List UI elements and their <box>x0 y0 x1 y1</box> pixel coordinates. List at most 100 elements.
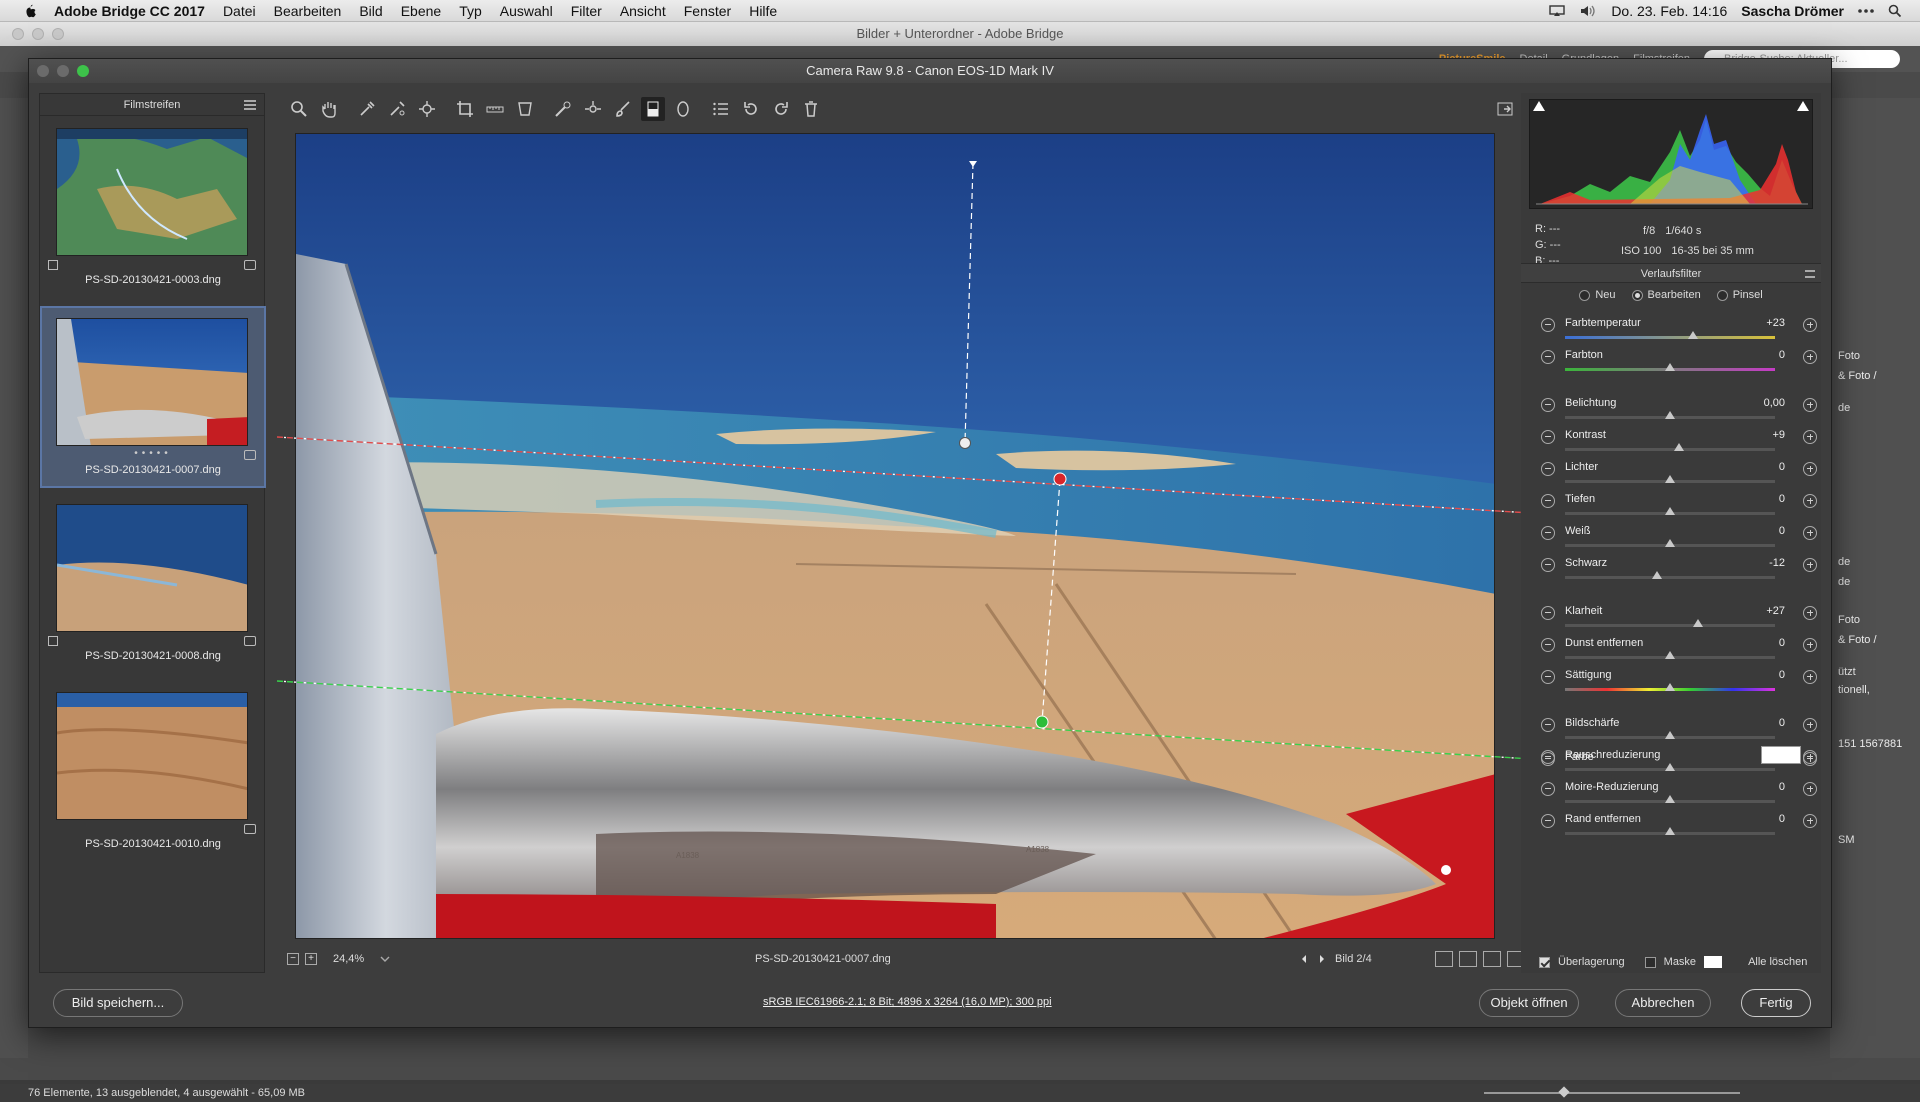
highlight-clipping-icon[interactable] <box>1796 100 1810 112</box>
belichtung-plus-icon[interactable] <box>1803 398 1817 412</box>
spotlight-search-icon[interactable] <box>1888 4 1902 18</box>
bridge-minimize-button[interactable] <box>32 28 44 40</box>
filmstrip-item[interactable]: PS-SD-20130421-0010.dng <box>42 682 264 860</box>
color-plus-icon[interactable] <box>1803 752 1817 766</box>
image-preview[interactable]: A1838 A1838 <box>295 133 1495 939</box>
belichtung-minus-icon[interactable] <box>1541 398 1555 412</box>
radial-filter-tool[interactable] <box>671 97 695 121</box>
schwarz-plus-icon[interactable] <box>1803 558 1817 572</box>
slider-value[interactable]: 0 <box>1735 461 1785 473</box>
crop-tool[interactable] <box>453 97 477 121</box>
slider-thumb[interactable] <box>1665 539 1675 547</box>
menu-datei[interactable]: Datei <box>223 3 256 19</box>
menu-bearbeiten[interactable]: Bearbeiten <box>274 3 342 19</box>
mode-bearbeiten[interactable]: Bearbeiten <box>1631 289 1701 301</box>
mask-color-swatch[interactable] <box>1704 956 1723 968</box>
slider-value[interactable]: 0 <box>1735 349 1785 361</box>
airplay-icon[interactable] <box>1549 4 1566 17</box>
farbton-plus-icon[interactable] <box>1803 350 1817 364</box>
prev-image-icon[interactable] <box>1299 954 1309 964</box>
schwarz-minus-icon[interactable] <box>1541 558 1555 572</box>
volume-icon[interactable] <box>1579 4 1597 18</box>
slider-thumb[interactable] <box>1665 475 1675 483</box>
klarheit-minus-icon[interactable] <box>1541 606 1555 620</box>
delete-tool[interactable] <box>799 97 823 121</box>
filmstrip-item-selected[interactable]: ••••• PS-SD-20130421-0007.dng <box>40 306 266 488</box>
thumbnail-rating-dots[interactable]: ••••• <box>42 448 264 459</box>
acr-zoom-button[interactable] <box>77 65 89 77</box>
menu-fenster[interactable]: Fenster <box>684 3 731 19</box>
mode-pinsel[interactable]: Pinsel <box>1716 289 1763 301</box>
fullscreen-toggle[interactable] <box>1493 97 1517 121</box>
slider-thumb[interactable] <box>1693 619 1704 627</box>
farbtemperatur-minus-icon[interactable] <box>1541 318 1555 332</box>
kontrast-plus-icon[interactable] <box>1803 430 1817 444</box>
lichter-plus-icon[interactable] <box>1803 462 1817 476</box>
color-minus-icon[interactable] <box>1541 752 1555 766</box>
slider-value[interactable]: 0 <box>1735 717 1785 729</box>
dunst-entfernen-minus-icon[interactable] <box>1541 638 1555 652</box>
slider-thumb[interactable] <box>1665 651 1675 659</box>
bridge-zoom-button[interactable] <box>52 28 64 40</box>
slider-thumb[interactable] <box>1674 443 1685 451</box>
weiß-plus-icon[interactable] <box>1803 526 1817 540</box>
slider-value[interactable]: 0,00 <box>1735 397 1785 409</box>
color-sampler-tool[interactable] <box>385 97 409 121</box>
clear-all-button[interactable]: Alle löschen <box>1748 956 1807 968</box>
chevron-down-icon[interactable] <box>380 955 390 963</box>
slider-value[interactable]: +23 <box>1735 317 1785 329</box>
zoom-tool[interactable] <box>287 97 311 121</box>
straighten-tool[interactable] <box>483 97 507 121</box>
farbton-minus-icon[interactable] <box>1541 350 1555 364</box>
targeted-adjustment-tool[interactable] <box>415 97 439 121</box>
rand-entfernen-plus-icon[interactable] <box>1803 814 1817 828</box>
tiefen-plus-icon[interactable] <box>1803 494 1817 508</box>
red-eye-tool[interactable] <box>581 97 605 121</box>
klarheit-plus-icon[interactable] <box>1803 606 1817 620</box>
apple-icon[interactable] <box>20 3 40 19</box>
slider-track[interactable] <box>1565 336 1775 339</box>
open-object-button[interactable]: Objekt öffnen <box>1479 989 1579 1017</box>
zoom-level[interactable]: 24,4% <box>333 953 364 965</box>
adjustment-brush-tool[interactable] <box>611 97 635 121</box>
transform-tool[interactable] <box>513 97 537 121</box>
slider-thumb[interactable] <box>1652 571 1663 579</box>
save-image-button[interactable]: Bild speichern... <box>53 989 183 1017</box>
zoom-in-button[interactable]: + <box>305 953 317 965</box>
next-image-icon[interactable] <box>1317 954 1327 964</box>
workflow-options-link[interactable]: sRGB IEC61966-2.1; 8 Bit; 4896 x 3264 (1… <box>763 996 1052 1008</box>
farbtemperatur-plus-icon[interactable] <box>1803 318 1817 332</box>
overlay-checkbox[interactable] <box>1539 956 1550 968</box>
rand-entfernen-minus-icon[interactable] <box>1541 814 1555 828</box>
white-balance-tool[interactable] <box>355 97 379 121</box>
radio-bearbeiten[interactable] <box>1631 289 1643 301</box>
rotate-right-tool[interactable] <box>769 97 793 121</box>
acr-minimize-button[interactable] <box>57 65 69 77</box>
done-button[interactable]: Fertig <box>1741 989 1811 1017</box>
graduated-filter-tool[interactable] <box>641 97 665 121</box>
slider-thumb[interactable] <box>1665 683 1675 691</box>
slider-value[interactable]: -12 <box>1735 557 1785 569</box>
menu-bild[interactable]: Bild <box>359 3 382 19</box>
hand-tool[interactable] <box>317 97 341 121</box>
preferences-tool[interactable] <box>709 97 733 121</box>
kontrast-minus-icon[interactable] <box>1541 430 1555 444</box>
sättigung-plus-icon[interactable] <box>1803 670 1817 684</box>
moire-reduzierung-plus-icon[interactable] <box>1803 782 1817 796</box>
lichter-minus-icon[interactable] <box>1541 462 1555 476</box>
filmstrip-item[interactable]: PS-SD-20130421-0008.dng <box>42 494 264 672</box>
bildschärfe-plus-icon[interactable] <box>1803 718 1817 732</box>
slider-value[interactable]: 0 <box>1735 813 1785 825</box>
sättigung-minus-icon[interactable] <box>1541 670 1555 684</box>
tiefen-minus-icon[interactable] <box>1541 494 1555 508</box>
menubar-user[interactable]: Sascha Drömer <box>1741 3 1844 19</box>
bridge-close-button[interactable] <box>12 28 24 40</box>
before-after-toggle[interactable] <box>1435 951 1453 967</box>
panel-menu-icon[interactable] <box>1805 270 1815 278</box>
slider-thumb[interactable] <box>1665 827 1675 835</box>
mask-checkbox[interactable] <box>1644 956 1656 968</box>
filmstrip-menu-icon[interactable] <box>244 100 256 110</box>
cancel-button[interactable]: Abbrechen <box>1615 989 1711 1017</box>
menu-filter[interactable]: Filter <box>571 3 602 19</box>
slider-value[interactable]: 0 <box>1735 525 1785 537</box>
